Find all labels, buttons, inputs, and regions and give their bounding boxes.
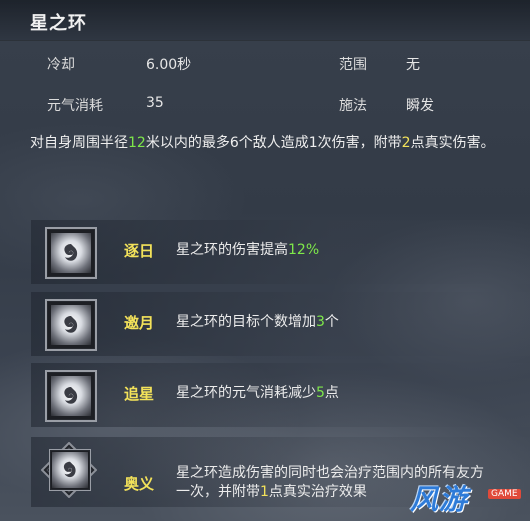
title-bar: 星之环	[0, 0, 530, 41]
upgrade-text-suffix: 点真实治疗效果	[268, 484, 367, 500]
upgrade-name: 奥义	[124, 475, 155, 493]
energy-cost-value: 35	[146, 95, 164, 111]
upgrade-name: 追星	[124, 385, 155, 403]
star-ring-icon	[45, 227, 97, 279]
site-watermark: 风游	[410, 483, 469, 516]
upgrade-description: 星之环的伤害提高12%	[176, 241, 319, 260]
upgrade-name: 逐日	[124, 242, 155, 260]
star-ring-icon	[49, 449, 91, 491]
upgrade-row[interactable]: 邀月 星之环的目标个数增加3个	[31, 292, 530, 356]
upgrade-description: 星之环的目标个数增加3个	[176, 313, 339, 332]
upgrade-highlight: 12%	[288, 242, 320, 258]
cooldown-label: 冷却	[47, 57, 75, 73]
upgrade-text: 星之环的元气消耗减少	[176, 385, 316, 401]
upgrade-name: 邀月	[124, 314, 155, 332]
star-ring-icon	[45, 370, 97, 422]
upgrade-highlight: 1	[260, 484, 269, 500]
skill-description: 对自身周围半径12米以内的最多6个敌人造成1次伤害，附带2点真实伤害。	[30, 133, 522, 153]
desc-part-2: 米以内的最多6个敌人造成1次伤害，附带	[145, 135, 402, 151]
desc-part-3: 点真实伤害。	[410, 135, 495, 151]
upgrade-highlight: 3	[316, 314, 325, 330]
star-ring-icon	[45, 299, 97, 351]
upgrade-highlight: 5	[316, 385, 325, 401]
range-value: 无	[406, 57, 420, 73]
site-watermark-badge: GAME	[488, 489, 521, 499]
cast-value: 瞬发	[406, 98, 434, 114]
range-label: 范围	[339, 57, 367, 73]
upgrade-text-suffix: 点	[324, 385, 339, 401]
desc-radius: 12	[128, 135, 146, 151]
upgrade-row[interactable]: 逐日 星之环的伤害提高12%	[31, 220, 530, 284]
upgrade-text: 星之环的目标个数增加	[176, 314, 316, 330]
cast-label: 施法	[339, 98, 367, 114]
upgrade-text-suffix: 个	[324, 314, 339, 330]
upgrade-row[interactable]: 追星 星之环的元气消耗减少5点	[31, 363, 530, 427]
upgrade-text: 一次，并附带	[176, 484, 260, 500]
desc-part-1: 对自身周围半径	[30, 135, 128, 151]
cooldown-value: 6.00秒	[146, 57, 192, 73]
energy-cost-label: 元气消耗	[47, 98, 103, 114]
desc-true-damage: 2	[401, 135, 411, 151]
skill-title: 星之环	[30, 13, 87, 34]
upgrade-text: 星之环的伤害提高	[176, 242, 288, 258]
upgrade-description: 星之环的元气消耗减少5点	[176, 384, 339, 403]
